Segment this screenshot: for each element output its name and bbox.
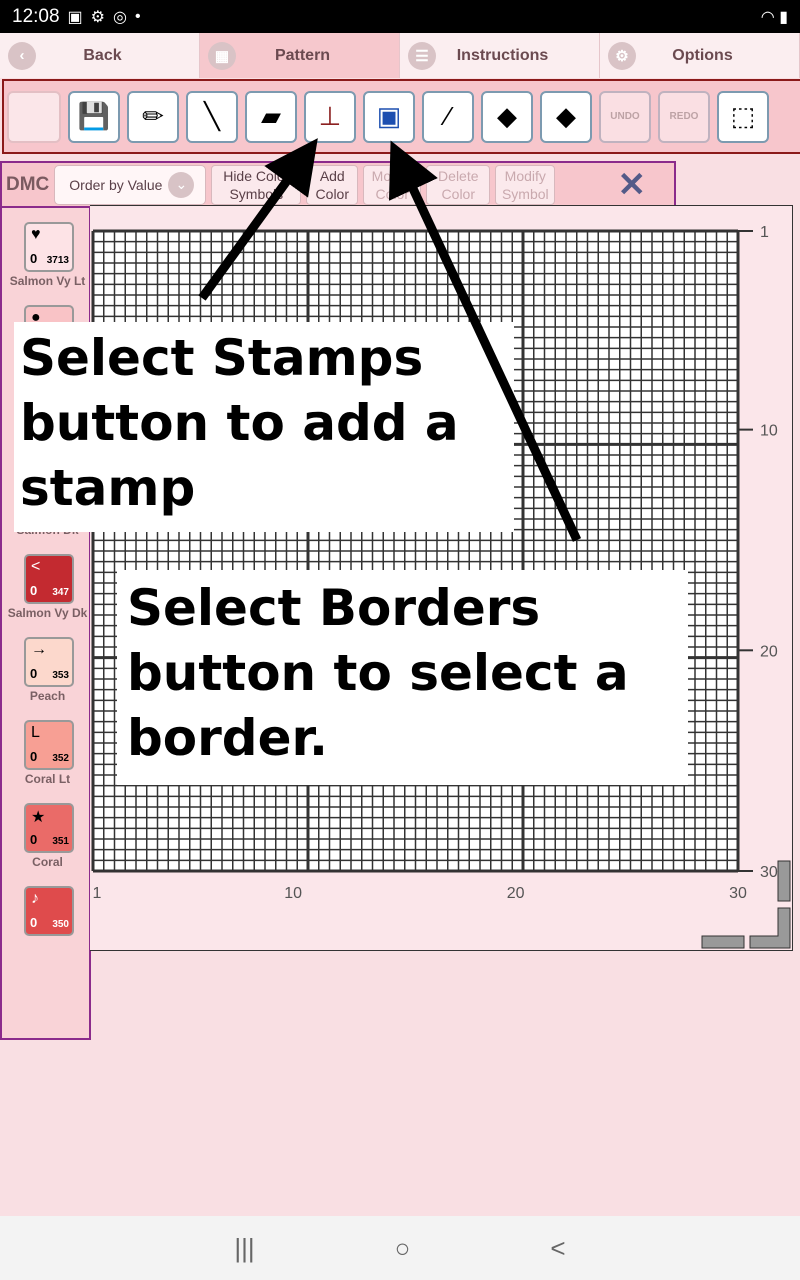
arrows	[198, 138, 582, 542]
arrow-to-borders	[388, 140, 582, 542]
arrow-to-stamp	[198, 138, 318, 301]
recents-button[interactable]: |||	[234, 1233, 254, 1264]
home-button[interactable]: ○	[395, 1233, 411, 1264]
system-nav-bar: ||| ○ <	[0, 1216, 800, 1280]
back-nav-button[interactable]: <	[550, 1233, 565, 1264]
